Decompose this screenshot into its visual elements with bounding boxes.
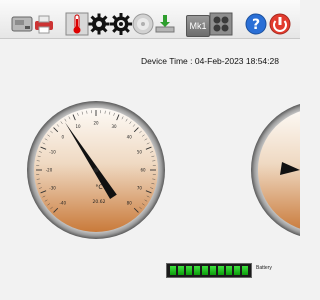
minor-tick xyxy=(38,187,42,189)
minor-tick xyxy=(42,195,46,198)
minor-tick xyxy=(141,134,145,137)
battery-cell xyxy=(194,266,200,275)
battery-bar xyxy=(166,263,252,278)
minor-tick xyxy=(139,206,142,210)
major-tick xyxy=(72,114,76,121)
minor-tick xyxy=(121,116,124,120)
minor-tick xyxy=(44,138,48,141)
major-tick xyxy=(145,190,152,194)
gauge-tick-label: 50 xyxy=(137,150,143,155)
gauge-ticks xyxy=(36,110,156,213)
download-icon[interactable] xyxy=(153,12,177,36)
gauge-tick-label: 0 xyxy=(61,134,64,139)
help-icon[interactable]: ? xyxy=(244,12,268,36)
minor-tick xyxy=(38,151,42,153)
minor-tick xyxy=(60,121,63,125)
minor-tick xyxy=(37,155,41,157)
mk1-button[interactable]: Mk1 xyxy=(186,15,210,37)
battery-cell xyxy=(226,266,232,275)
minor-tick xyxy=(64,118,67,122)
battery-cell xyxy=(178,266,184,275)
minor-tick xyxy=(132,124,136,127)
minor-tick xyxy=(146,195,150,198)
gauge-tick-label: -10 xyxy=(49,150,56,155)
gauge-tick-label: -40 xyxy=(59,201,66,206)
major-tick xyxy=(133,127,139,133)
gauge-tick-label: -30 xyxy=(49,185,56,190)
minor-tick xyxy=(47,203,51,206)
minor-tick xyxy=(146,142,150,145)
svg-text:?: ? xyxy=(252,17,260,33)
minor-tick xyxy=(144,199,148,202)
gauge-tick-labels: -40 -30 -20 -10 0 10 20 30 40 50 60 70 80 xyxy=(46,121,146,206)
major-tick xyxy=(53,207,59,213)
second-gauge xyxy=(251,103,300,237)
gauge-tick-label: 20 xyxy=(93,121,99,126)
exit-icon[interactable] xyxy=(268,12,292,36)
gauge-tick-label: 70 xyxy=(137,185,143,190)
minor-tick xyxy=(47,134,51,137)
gauge-hub xyxy=(93,167,99,173)
minor-tick xyxy=(56,124,60,127)
minor-tick xyxy=(151,183,155,185)
gauge-tick-label: -20 xyxy=(46,168,53,173)
gauge-area: -40 -30 -20 -10 0 10 20 30 40 50 60 70 80 °C 20.62 xyxy=(27,101,300,239)
battery-cell xyxy=(242,266,248,275)
battery-cell xyxy=(218,266,224,275)
thermometer-icon[interactable] xyxy=(65,12,89,36)
major-tick xyxy=(53,127,59,133)
battery-cell xyxy=(210,266,216,275)
minor-tick xyxy=(37,183,41,185)
minor-tick xyxy=(81,111,83,115)
major-tick xyxy=(133,207,139,213)
card-reader-icon[interactable] xyxy=(10,12,34,36)
device-time: Device Time : 04-Feb-2023 18:54:28 xyxy=(141,56,279,66)
minor-tick xyxy=(42,142,46,145)
temperature-gauge: -40 -30 -20 -10 0 10 20 30 40 50 60 70 80 °C 20.62 xyxy=(27,101,165,239)
minor-tick xyxy=(44,199,48,202)
gauge-tick-label: 30 xyxy=(111,124,117,129)
minor-tick xyxy=(150,187,154,189)
gauge-unit: °C xyxy=(95,184,102,191)
gauge-tick-label: 60 xyxy=(140,168,146,173)
grid-icon[interactable] xyxy=(209,12,233,36)
major-tick xyxy=(40,190,47,194)
battery-cell xyxy=(202,266,208,275)
battery-label: Battery xyxy=(256,265,272,271)
gauge-bezel xyxy=(251,103,300,237)
major-tick xyxy=(116,114,120,121)
gauge-face xyxy=(258,111,300,229)
toolbar: Mk1 ? xyxy=(0,0,300,39)
gauge-needle xyxy=(64,122,117,200)
gauge-tick-label: 10 xyxy=(75,124,81,129)
minor-tick xyxy=(151,155,155,157)
minor-tick xyxy=(77,112,79,116)
settings-gear-icon[interactable] xyxy=(87,12,111,36)
advanced-gear-icon[interactable] xyxy=(109,12,133,36)
minor-tick xyxy=(113,112,115,116)
battery-cell xyxy=(170,266,176,275)
gauge-bezel xyxy=(27,101,165,239)
minor-tick xyxy=(50,206,53,210)
minor-tick xyxy=(150,151,154,153)
minor-tick xyxy=(50,130,53,134)
battery-cell xyxy=(186,266,192,275)
battery-cell xyxy=(234,266,240,275)
disc-icon[interactable] xyxy=(131,12,155,36)
gauge-tick-label: 80 xyxy=(127,201,133,206)
gauge-face xyxy=(34,108,158,232)
major-tick xyxy=(145,146,152,150)
printer-icon[interactable] xyxy=(32,12,56,36)
minor-tick xyxy=(139,130,142,134)
minor-tick xyxy=(109,111,111,115)
minor-tick xyxy=(125,118,128,122)
gauge-value-readout: 20.62 xyxy=(93,199,106,205)
minor-tick xyxy=(68,116,71,120)
minor-tick xyxy=(144,138,148,141)
gauge-tick-label: 40 xyxy=(127,134,133,139)
gauge-needle xyxy=(280,162,300,175)
minor-tick xyxy=(129,121,132,125)
major-tick xyxy=(40,146,47,150)
minor-tick xyxy=(141,203,145,206)
